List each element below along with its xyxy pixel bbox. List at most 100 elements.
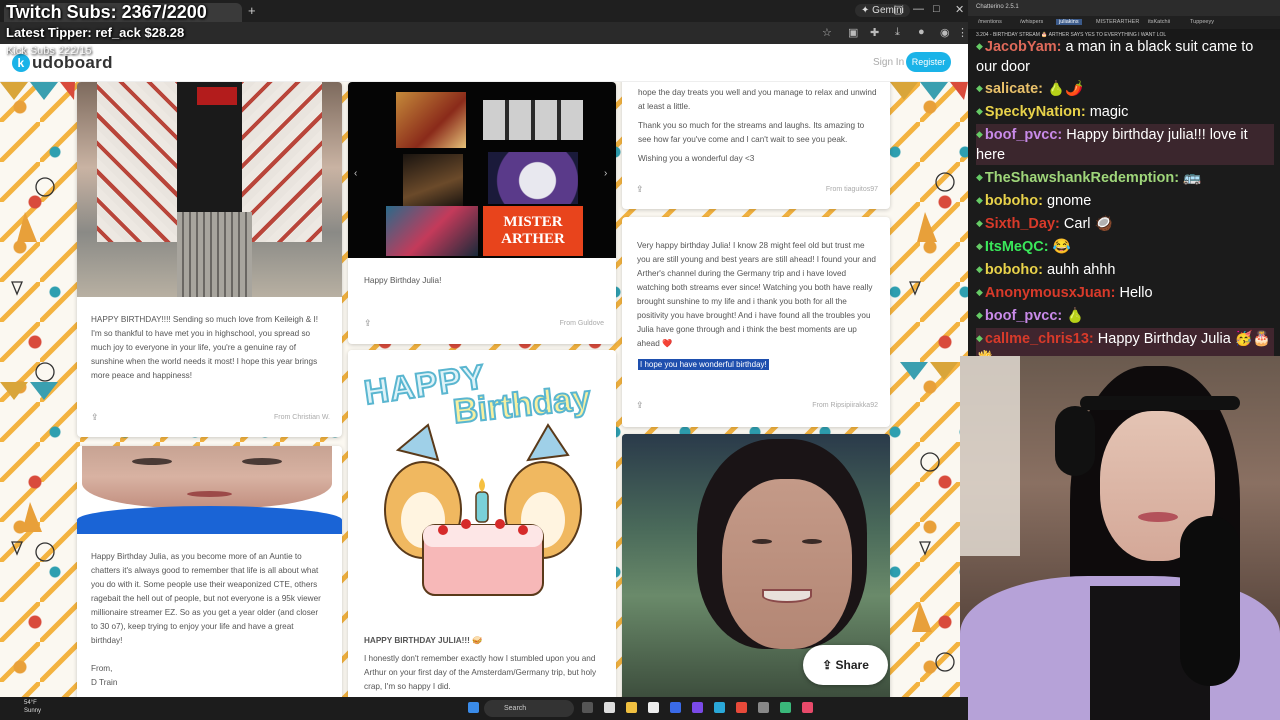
- chat-message: ◆ boof_pvcc: Happy birthday julia!!! love…: [976, 124, 1274, 165]
- chat-app-name: Chatterino 2.5.1: [976, 4, 1019, 10]
- user-badge-icon: ◆: [976, 264, 983, 274]
- chat-username[interactable]: boboho:: [985, 262, 1043, 278]
- chat-username[interactable]: boof_pvcc:: [985, 127, 1062, 143]
- chat-username[interactable]: boboho:: [985, 193, 1043, 209]
- maximize-icon[interactable]: □: [933, 3, 940, 15]
- chat-username[interactable]: SpeckyNation:: [985, 104, 1086, 120]
- chat-username[interactable]: boof_pvcc:: [985, 308, 1062, 324]
- chat-text: 🍐: [1066, 308, 1085, 324]
- tab-juliakins[interactable]: juliakins: [1056, 19, 1082, 25]
- user-badge-icon: ◆: [976, 310, 983, 320]
- card-title: HAPPY BIRTHDAY JULIA!!! 🥪: [364, 636, 483, 645]
- share-icon[interactable]: ⇪: [636, 400, 644, 411]
- browser-window: + ✦ Gemini ▢ — □ ✕ ☆ ▣ ✚ ⤓ ● ◉ ⋮ k udoboa…: [0, 0, 968, 697]
- share-icon[interactable]: ⇪: [636, 184, 644, 195]
- card-author: From Ripsipiirakka92: [812, 402, 878, 409]
- latest-tipper-overlay: Latest Tipper: ref_ack $28.28: [6, 25, 185, 40]
- store-icon[interactable]: [648, 702, 659, 713]
- chat-titlebar: Chatterino 2.5.1: [968, 0, 1280, 16]
- app2-icon[interactable]: [758, 702, 769, 713]
- user-badge-icon: ◆: [976, 106, 983, 116]
- profile-icon[interactable]: ●: [918, 26, 925, 38]
- tab-tuppeeyy[interactable]: Tuppeeyy: [1190, 19, 1214, 25]
- message-card[interactable]: HAPPY BIRTHDAY!!!! Sending so much love …: [77, 82, 342, 437]
- chat-text: auhh ahhh: [1046, 262, 1116, 278]
- app4-icon[interactable]: [802, 702, 813, 713]
- taskbar-search[interactable]: Search: [484, 700, 574, 717]
- twitch-subs-overlay: Twitch Subs: 2367/2200: [6, 2, 207, 22]
- kudoboard-board: HAPPY BIRTHDAY!!!! Sending so much love …: [0, 82, 968, 697]
- message-card[interactable]: Very happy birthday Julia! I know 28 mig…: [622, 217, 890, 427]
- carousel-prev-icon[interactable]: ‹: [354, 168, 357, 179]
- task-view-icon[interactable]: [582, 702, 593, 713]
- avatar[interactable]: ◉: [940, 26, 950, 39]
- chat-message: ◆ TheShawshankRedemption: 🚌: [976, 167, 1274, 188]
- edge-icon[interactable]: [714, 702, 725, 713]
- message-card[interactable]: HAPPY Birthday HAPPY BIRTHDAY JULIA!!! �: [348, 350, 616, 697]
- user-badge-icon: ◆: [976, 241, 983, 251]
- corgi-cake-icon: [384, 423, 582, 596]
- tab-misterarther[interactable]: MISTERARTHER: [1096, 19, 1139, 25]
- message-card[interactable]: hope the day treats you well and you man…: [622, 82, 890, 209]
- chat-message: ◆ ItsMeQC: 😂: [976, 236, 1274, 257]
- share-icon[interactable]: ⇪: [364, 318, 372, 329]
- file-explorer-icon[interactable]: [626, 702, 637, 713]
- chat-username[interactable]: AnonymousxJuan:: [985, 285, 1116, 301]
- chat-username[interactable]: ItsMeQC:: [985, 239, 1049, 255]
- app-icon[interactable]: [670, 702, 681, 713]
- message-card[interactable]: Happy Birthday Julia, as you become more…: [77, 446, 342, 697]
- minimize-icon[interactable]: —: [913, 3, 924, 15]
- chat-text: magic: [1089, 104, 1129, 120]
- share-button[interactable]: ⇪ Share: [803, 645, 888, 685]
- tab-itskatchii[interactable]: itsKatchii: [1148, 19, 1170, 25]
- card-author: From Guldove: [559, 320, 604, 327]
- card-photo: [77, 82, 342, 297]
- tab-whispers[interactable]: /whispers: [1020, 19, 1043, 25]
- discord-icon[interactable]: [692, 702, 703, 713]
- share-icon[interactable]: ⇪: [91, 412, 99, 423]
- card-author: From tiaguitos97: [825, 186, 878, 193]
- app3-icon[interactable]: [780, 702, 791, 713]
- start-icon[interactable]: [468, 702, 479, 713]
- puzzle-icon[interactable]: ✚: [870, 26, 879, 39]
- chat-message: ◆ Sixth_Day: Carl 🥥: [976, 213, 1274, 234]
- chat-message: ◆ SpeckyNation: magic: [976, 101, 1274, 122]
- download-icon[interactable]: ⤓: [895, 26, 900, 39]
- share-label: Share: [835, 658, 869, 672]
- tab-mentions[interactable]: /mentions: [978, 19, 1002, 25]
- chrome-icon[interactable]: [736, 702, 747, 713]
- chat-username[interactable]: callme_chris13:: [985, 331, 1094, 347]
- tab-list-icon[interactable]: ▢: [893, 3, 903, 16]
- user-badge-icon: ◆: [976, 333, 983, 343]
- chat-username[interactable]: TheShawshankRedemption:: [985, 170, 1179, 186]
- kick-subs-overlay: Kick Subs 222/15: [6, 45, 92, 57]
- highlighted-text: I hope you have wonderful birthday!: [638, 359, 769, 370]
- widgets-icon[interactable]: [604, 702, 615, 713]
- menu-icon[interactable]: ⋮: [957, 26, 968, 39]
- weather-widget[interactable]: 54°F Sunny: [24, 699, 41, 715]
- kudoboard-header: k udoboard Sign In Register: [0, 44, 968, 82]
- taskbar: 54°F Sunny Search: [0, 697, 968, 720]
- chat-text: gnome: [1046, 193, 1092, 209]
- register-button[interactable]: Register: [906, 52, 951, 72]
- chat-message: ◆ boboho: gnome: [976, 190, 1274, 211]
- new-tab-button[interactable]: +: [248, 3, 256, 18]
- extension-icon[interactable]: ▣: [848, 26, 858, 39]
- card-image-carousel: MISTER ARTHER ‹ ›: [348, 82, 616, 258]
- carousel-next-icon[interactable]: ›: [604, 168, 607, 179]
- message-card[interactable]: MISTER ARTHER ‹ › Happy Birthday Julia! …: [348, 82, 616, 344]
- chat-text: 🚌: [1183, 170, 1202, 186]
- sign-in-link[interactable]: Sign In: [873, 57, 904, 68]
- star-icon[interactable]: ☆: [822, 26, 832, 39]
- chat-username[interactable]: JacobYam:: [985, 39, 1062, 55]
- close-window-icon[interactable]: ✕: [955, 3, 964, 16]
- chat-tabs: /mentions /whispers juliakins MISTERARTH…: [968, 16, 1280, 29]
- user-badge-icon: ◆: [976, 172, 983, 182]
- card-signature-line2: D Train: [91, 678, 118, 687]
- mister-arther-tile: MISTER ARTHER: [483, 206, 583, 256]
- card-message: Happy Birthday Julia!: [364, 276, 442, 285]
- chat-message: ◆ boboho: auhh ahhh: [976, 259, 1274, 280]
- user-badge-icon: ◆: [976, 195, 983, 205]
- chat-username[interactable]: Sixth_Day:: [985, 216, 1060, 232]
- chat-username[interactable]: salicate:: [985, 81, 1043, 97]
